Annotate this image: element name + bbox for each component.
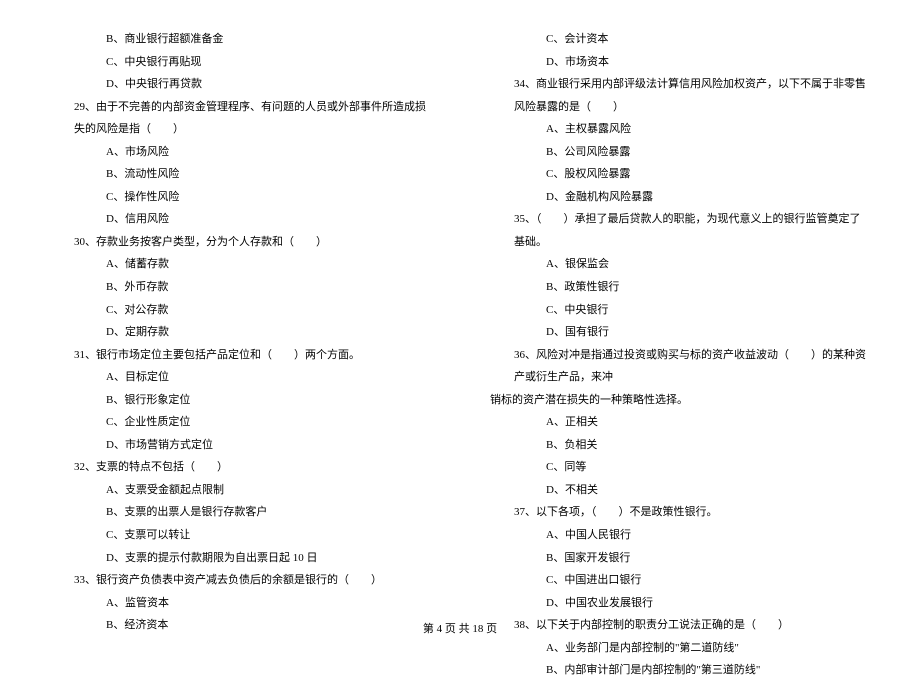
option: D、信用风险 <box>50 208 430 231</box>
option: B、内部审计部门是内部控制的"第三道防线" <box>490 659 870 682</box>
option: B、国家开发银行 <box>490 547 870 570</box>
option: D、定期存款 <box>50 321 430 344</box>
question-29: 29、由于不完善的内部资金管理程序、有问题的人员或外部事件所造成损失的风险是指（… <box>50 96 430 141</box>
option: A、中国人民银行 <box>490 524 870 547</box>
option: B、商业银行超额准备金 <box>50 28 430 51</box>
option: D、市场资本 <box>490 51 870 74</box>
option: C、中国进出口银行 <box>490 569 870 592</box>
option: B、政策性银行 <box>490 276 870 299</box>
page-footer: 第 4 页 共 18 页 <box>0 620 920 636</box>
option: C、支票可以转让 <box>50 524 430 547</box>
option: D、中国农业发展银行 <box>490 592 870 615</box>
option: C、中央银行 <box>490 299 870 322</box>
option: C、操作性风险 <box>50 186 430 209</box>
question-31: 31、银行市场定位主要包括产品定位和（ ）两个方面。 <box>50 344 430 367</box>
question-37: 37、以下各项，（ ）不是政策性银行。 <box>490 501 870 524</box>
option: A、支票受金额起点限制 <box>50 479 430 502</box>
option: B、银行形象定位 <box>50 389 430 412</box>
right-column: C、会计资本 D、市场资本 34、商业银行采用内部评级法计算信用风险加权资产，以… <box>490 28 870 682</box>
option: A、监管资本 <box>50 592 430 615</box>
question-33: 33、银行资产负债表中资产减去负债后的余额是银行的（ ） <box>50 569 430 592</box>
question-36-line2: 销标的资产潜在损失的一种策略性选择。 <box>490 389 870 412</box>
option: A、目标定位 <box>50 366 430 389</box>
option: C、会计资本 <box>490 28 870 51</box>
option: C、同等 <box>490 456 870 479</box>
option: C、股权风险暴露 <box>490 163 870 186</box>
option: A、业务部门是内部控制的"第二道防线" <box>490 637 870 660</box>
option: A、主权暴露风险 <box>490 118 870 141</box>
question-35: 35、（ ）承担了最后贷款人的职能，为现代意义上的银行监管奠定了基础。 <box>490 208 870 253</box>
question-32: 32、支票的特点不包括（ ） <box>50 456 430 479</box>
option: D、中央银行再贷款 <box>50 73 430 96</box>
question-30: 30、存款业务按客户类型，分为个人存款和（ ） <box>50 231 430 254</box>
option: D、金融机构风险暴露 <box>490 186 870 209</box>
option: D、支票的提示付款期限为自出票日起 10 日 <box>50 547 430 570</box>
option: B、流动性风险 <box>50 163 430 186</box>
option: C、企业性质定位 <box>50 411 430 434</box>
option: C、对公存款 <box>50 299 430 322</box>
option: A、市场风险 <box>50 141 430 164</box>
option: A、银保监会 <box>490 253 870 276</box>
option: B、公司风险暴露 <box>490 141 870 164</box>
option: D、不相关 <box>490 479 870 502</box>
page-content: B、商业银行超额准备金 C、中央银行再贴现 D、中央银行再贷款 29、由于不完善… <box>0 0 920 682</box>
option: D、国有银行 <box>490 321 870 344</box>
option: C、中央银行再贴现 <box>50 51 430 74</box>
question-36-line1: 36、风险对冲是指通过投资或购买与标的资产收益波动（ ）的某种资产或衍生产品，来… <box>490 344 870 389</box>
option: A、正相关 <box>490 411 870 434</box>
option: D、市场营销方式定位 <box>50 434 430 457</box>
option: B、支票的出票人是银行存款客户 <box>50 501 430 524</box>
option: B、负相关 <box>490 434 870 457</box>
option: B、外币存款 <box>50 276 430 299</box>
option: A、储蓄存款 <box>50 253 430 276</box>
question-34: 34、商业银行采用内部评级法计算信用风险加权资产，以下不属于非零售风险暴露的是（… <box>490 73 870 118</box>
left-column: B、商业银行超额准备金 C、中央银行再贴现 D、中央银行再贷款 29、由于不完善… <box>50 28 430 682</box>
